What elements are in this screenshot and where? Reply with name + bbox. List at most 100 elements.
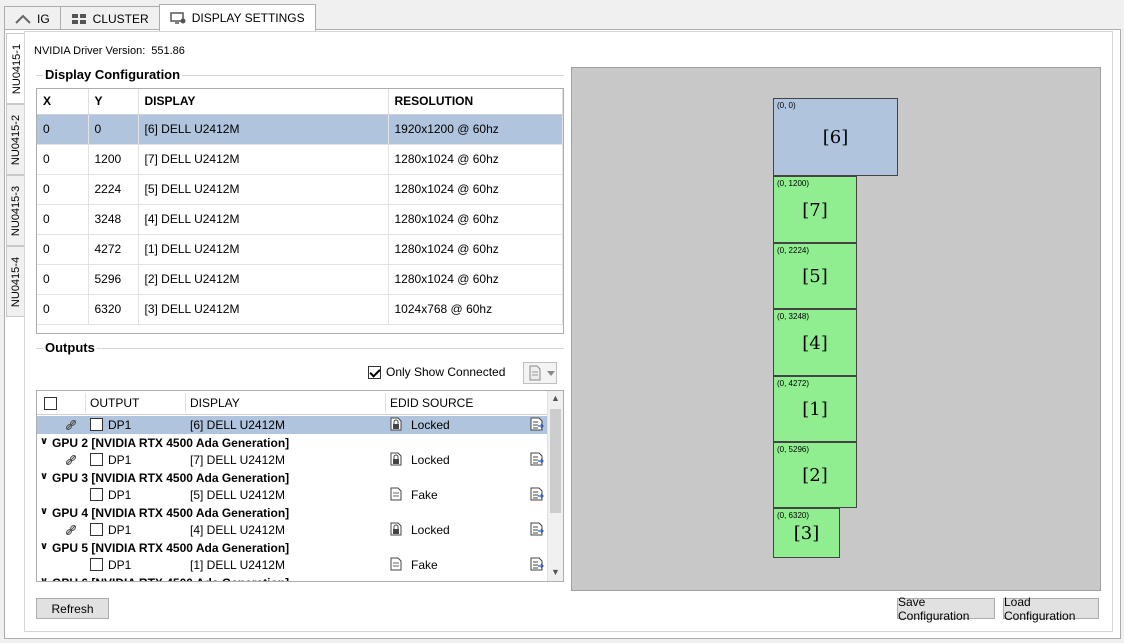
edid-config-icon[interactable] <box>530 417 544 434</box>
output-checkbox[interactable] <box>90 418 103 431</box>
output-display: [4] DELL U2412M <box>190 523 285 537</box>
display-cell-y: 6320 <box>88 294 139 325</box>
edid-tool-dropdown[interactable] <box>523 362 557 384</box>
outputs-scrollbar[interactable]: ▲ ▼ <box>547 391 563 581</box>
tab-node-2[interactable]: NU0415-2 <box>6 104 25 175</box>
output-row[interactable]: DP1 [6] DELL U2412M Locked <box>37 416 547 434</box>
edid-config-icon[interactable] <box>530 522 544 539</box>
display-cell-resolution: 1024x768 @ 60hz <box>388 294 563 325</box>
output-port: DP1 <box>108 488 132 502</box>
monitor-tile[interactable]: (0, 5296) [2] <box>773 442 857 508</box>
monitor-tile[interactable]: (0, 4272) [1] <box>773 376 857 442</box>
edid-source: Fake <box>411 488 438 502</box>
edid-source: Locked <box>411 453 450 467</box>
edid-source: Fake <box>411 558 438 572</box>
only-show-connected-box[interactable] <box>368 365 381 379</box>
monitor-coord: (0, 1200) <box>777 179 810 188</box>
display-cell-y: 0 <box>88 114 139 145</box>
display-table-row[interactable]: 0 0 [6] DELL U2412M 1920x1200 @ 60hz <box>37 114 563 145</box>
only-show-connected-checkbox[interactable]: Only Show Connected <box>368 365 505 379</box>
output-row[interactable]: DP1 [7] DELL U2412M Locked <box>37 451 547 469</box>
gpu-group-row[interactable]: ∨ GPU 3 [NVIDIA RTX 4500 Ada Generation] <box>37 470 547 487</box>
gpu-group-row[interactable]: ∨ GPU 4 [NVIDIA RTX 4500 Ada Generation] <box>37 505 547 522</box>
col-output-display[interactable]: DISPLAY <box>190 396 240 410</box>
chevron-down-icon[interactable]: ∨ <box>40 436 48 447</box>
gpu-label: GPU 6 [NVIDIA RTX 4500 Ada Generation] <box>52 576 289 581</box>
outputs-title: Outputs <box>43 340 97 355</box>
monitor-coord: (0, 3248) <box>777 312 810 321</box>
monitor-label: [7] <box>802 200 828 221</box>
monitor-coord: (0, 2224) <box>777 246 810 255</box>
only-show-connected-label: Only Show Connected <box>386 365 506 379</box>
display-cell-display: [6] DELL U2412M <box>138 114 389 145</box>
display-layout-canvas[interactable]: (0, 0) [6] (0, 1200) [7] (0, 2224) [5] (0, 324… <box>571 67 1101 591</box>
refresh-button[interactable]: Refresh <box>36 598 109 619</box>
col-edid-source[interactable]: EDID SOURCE <box>390 396 473 410</box>
monitor-tile[interactable]: (0, 3248) [4] <box>773 309 857 376</box>
display-table-row[interactable]: 0 3248 [4] DELL U2412M 1280x1024 @ 60hz <box>37 204 563 235</box>
display-config-table[interactable]: X Y DISPLAY RESOLUTION 0 0 [6] DELL U2412M… <box>36 88 564 334</box>
monitor-tile[interactable]: (0, 2224) [5] <box>773 243 857 309</box>
output-checkbox[interactable] <box>90 523 103 536</box>
tab-ig[interactable]: IG <box>4 6 61 30</box>
display-config-title: Display Configuration <box>43 67 183 82</box>
monitor-tile[interactable]: (0, 1200) [7] <box>773 176 857 243</box>
col-output[interactable]: OUTPUT <box>90 396 139 410</box>
monitor-coord: (0, 0) <box>777 101 796 110</box>
select-all-checkbox[interactable] <box>44 397 57 410</box>
tab-node-4[interactable]: NU0415-4 <box>6 246 25 317</box>
outputs-header: OUTPUT DISPLAY EDID SOURCE <box>37 391 547 415</box>
gpu-group-row[interactable]: ∨ GPU 2 [NVIDIA RTX 4500 Ada Generation] <box>37 435 547 452</box>
output-checkbox[interactable] <box>90 558 103 571</box>
display-table-row[interactable]: 0 2224 [5] DELL U2412M 1280x1024 @ 60hz <box>37 174 563 205</box>
monitor-tile[interactable]: (0, 6320) [3] <box>773 508 840 558</box>
output-port: DP1 <box>108 418 132 432</box>
tab-display-settings[interactable]: DISPLAY SETTINGS <box>158 4 316 31</box>
scroll-down-icon[interactable]: ▼ <box>551 567 560 577</box>
outputs-tree[interactable]: OUTPUT DISPLAY EDID SOURCE DP1 [6] DELL U… <box>36 390 564 582</box>
top-tab-bar: IG CLUSTER DISPLAY SETTINGS <box>4 4 316 31</box>
col-x[interactable]: X <box>37 89 89 115</box>
gpu-group-row[interactable]: ∨ GPU 6 [NVIDIA RTX 4500 Ada Generation] <box>37 575 547 581</box>
chevron-down-icon[interactable]: ∨ <box>40 576 48 581</box>
edid-config-icon[interactable] <box>530 487 544 504</box>
output-row[interactable]: DP1 [5] DELL U2412M Fake <box>37 486 547 504</box>
col-display[interactable]: DISPLAY <box>138 89 389 115</box>
tab-cluster[interactable]: CLUSTER <box>59 6 160 30</box>
output-checkbox[interactable] <box>90 453 103 466</box>
chevron-down-icon[interactable]: ∨ <box>40 541 48 552</box>
monitor-tile[interactable]: (0, 0) [6] <box>773 98 898 176</box>
scrollbar-thumb[interactable] <box>550 409 561 513</box>
chevron-down-icon[interactable]: ∨ <box>40 506 48 517</box>
cluster-icon <box>71 13 86 24</box>
display-cell-resolution: 1280x1024 @ 60hz <box>388 204 563 235</box>
display-table-row[interactable]: 0 5296 [2] DELL U2412M 1280x1024 @ 60hz <box>37 264 563 295</box>
ig-icon <box>15 14 31 24</box>
gpu-group-row[interactable]: ∨ GPU 5 [NVIDIA RTX 4500 Ada Generation] <box>37 540 547 557</box>
edid-config-icon[interactable] <box>530 452 544 469</box>
display-cell-display: [4] DELL U2412M <box>138 204 389 235</box>
display-table-row[interactable]: 0 6320 [3] DELL U2412M 1024x768 @ 60hz <box>37 294 563 325</box>
save-configuration-button[interactable]: Save Configuration <box>897 595 995 623</box>
monitor-label: [4] <box>802 333 828 354</box>
display-table-row[interactable]: 0 4272 [1] DELL U2412M 1280x1024 @ 60hz <box>37 234 563 265</box>
driver-version-label: NVIDIA Driver Version: <box>34 45 146 57</box>
col-resolution[interactable]: RESOLUTION <box>388 89 563 115</box>
edid-config-icon[interactable] <box>530 557 544 574</box>
locked-file-icon <box>390 452 402 469</box>
tab-node-3[interactable]: NU0415-3 <box>6 175 25 246</box>
output-display: [6] DELL U2412M <box>190 418 285 432</box>
output-row[interactable]: DP1 [1] DELL U2412M Fake <box>37 556 547 574</box>
load-configuration-button[interactable]: Load Configuration <box>1003 595 1099 623</box>
col-y[interactable]: Y <box>88 89 139 115</box>
display-cell-y: 4272 <box>88 234 139 265</box>
locked-file-icon <box>390 417 402 434</box>
output-display: [7] DELL U2412M <box>190 453 285 467</box>
scroll-up-icon[interactable]: ▲ <box>551 393 560 403</box>
monitor-coord: (0, 5296) <box>777 445 810 454</box>
chevron-down-icon[interactable]: ∨ <box>40 471 48 482</box>
output-row[interactable]: DP1 [4] DELL U2412M Locked <box>37 521 547 539</box>
display-settings-icon <box>169 12 186 24</box>
output-checkbox[interactable] <box>90 488 103 501</box>
display-table-row[interactable]: 0 1200 [7] DELL U2412M 1280x1024 @ 60hz <box>37 144 563 175</box>
